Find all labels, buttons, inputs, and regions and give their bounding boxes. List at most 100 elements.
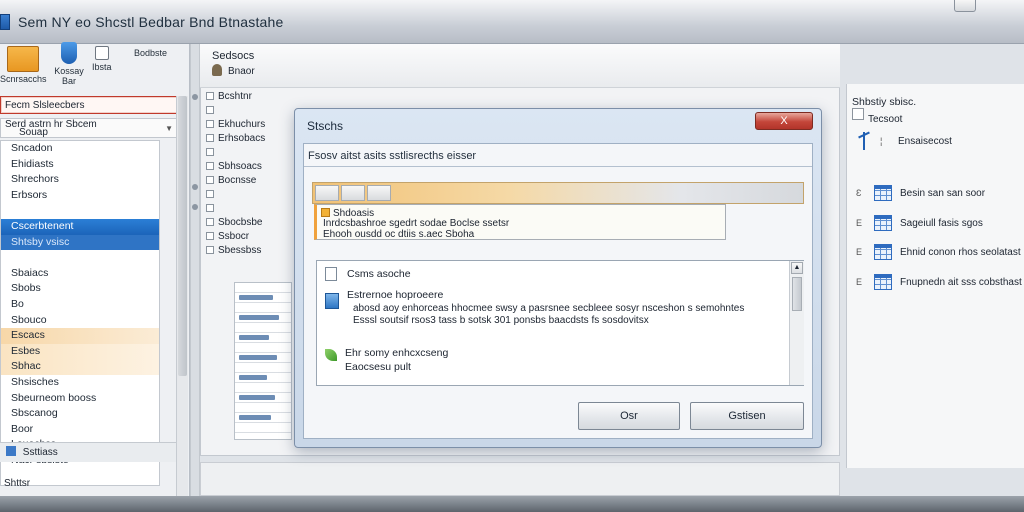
progress-banner <box>312 182 804 204</box>
table-row <box>239 335 269 340</box>
tree-item[interactable] <box>1 203 159 219</box>
divider <box>304 166 812 167</box>
right-item-label: Ensaisecost <box>898 135 952 147</box>
list-item[interactable]: Bcshtnr <box>206 90 298 104</box>
checkbox[interactable] <box>206 190 214 198</box>
list-item[interactable]: Sbessbss <box>206 244 298 258</box>
tree-item[interactable] <box>1 250 159 266</box>
list-item[interactable] <box>206 202 298 216</box>
tree-scrollbar[interactable] <box>176 96 188 496</box>
tree-item-highlighted[interactable]: Escacs <box>1 328 159 344</box>
right-list-item[interactable]: ¦ Ensaisecost <box>856 132 952 150</box>
tree-item-selected[interactable]: Cscerbtenent <box>1 218 159 235</box>
pane-splitter[interactable] <box>190 44 200 496</box>
list-item[interactable]: Sbocbsbe <box>206 216 298 230</box>
table-row <box>239 355 277 360</box>
tree-item[interactable]: Bo <box>1 297 159 313</box>
path-input[interactable]: Fecm Slsleecbers <box>0 96 178 114</box>
ribbon-button-board[interactable]: Bodbste <box>134 46 167 58</box>
info-item-body: abosd aoy enhorceas hhocmee swsy a pasrs… <box>353 303 745 314</box>
checkbox[interactable] <box>206 92 214 100</box>
banner-segment <box>315 185 339 201</box>
edit-icon <box>94 46 109 60</box>
filter-line: Souap <box>19 127 48 138</box>
ribbon-button-view[interactable]: Scnrsacchs <box>0 46 47 84</box>
bullet: ¦ <box>880 136 883 146</box>
list-item[interactable] <box>206 104 298 118</box>
checkbox[interactable] <box>206 218 214 226</box>
tree-item[interactable]: Ehidiasts <box>1 157 159 173</box>
tree-item[interactable]: Sbouco <box>1 313 159 329</box>
list-item[interactable] <box>206 188 298 202</box>
list-item[interactable]: Bocnsse <box>206 174 298 188</box>
tree-item[interactable]: Sbscanog <box>1 406 159 422</box>
scrollbar-thumb[interactable] <box>792 277 802 311</box>
list-item[interactable] <box>206 146 298 160</box>
list-item-label: Bocnsse <box>218 175 257 186</box>
checkbox[interactable] <box>206 120 214 128</box>
checkbox[interactable] <box>206 232 214 240</box>
ribbon-button-edit[interactable]: Ibsta <box>92 46 112 72</box>
right-list-item[interactable]: E Ehnid conon rhos seolatast <box>856 244 1021 260</box>
tree-item[interactable]: Erbsors <box>1 188 159 204</box>
tree-item-highlighted[interactable]: Sbhac <box>1 359 159 375</box>
info-scrollbar[interactable]: ▲ <box>789 261 804 385</box>
ok-button[interactable]: Osr <box>578 402 680 430</box>
table-row <box>239 395 275 400</box>
window-grid-icon <box>7 46 40 72</box>
bullet: E <box>856 218 863 228</box>
checkbox[interactable] <box>206 148 214 156</box>
scroll-up-icon[interactable]: ▲ <box>791 262 803 274</box>
splitter-knob <box>192 94 198 100</box>
right-list-item[interactable]: E Fnupnedn ait sss cobsthast <box>856 274 1022 290</box>
list-item[interactable]: Ekhuchurs <box>206 118 298 132</box>
checkbox[interactable] <box>206 162 214 170</box>
info-item-subtitle: Eaocsesu pult <box>345 361 411 373</box>
tree-item[interactable]: Sbobs <box>1 281 159 297</box>
tree-item[interactable]: Sbeurneom booss <box>1 391 159 407</box>
table-row <box>239 415 271 420</box>
list-item[interactable]: Erhsobacs <box>206 132 298 146</box>
center-header-title: Sedsocs <box>212 50 255 62</box>
tree-item[interactable]: Shrechors <box>1 172 159 188</box>
checkbox[interactable] <box>206 176 214 184</box>
splitter-knob <box>192 204 198 210</box>
checkbox[interactable] <box>206 204 214 212</box>
tree-item[interactable]: Shsisches <box>1 375 159 391</box>
tree-item[interactable]: Sbaiacs <box>1 266 159 282</box>
dialog-body: Fsosv aitst asits sstlisrecths eisser Sh… <box>303 143 813 439</box>
left-status-bar: Ssttiass <box>0 442 176 462</box>
left-status-label: Ssttiass <box>22 447 58 458</box>
list-item-label: Ssbocr <box>218 231 250 242</box>
right-pane-toggle-icon[interactable] <box>852 108 864 120</box>
dialog-caption: Fsosv aitst asits sstlisrecths eisser <box>308 150 477 162</box>
tree-item[interactable]: Sncadon <box>1 141 159 157</box>
right-list-item[interactable]: E Sageiull fasis sgos <box>856 215 983 231</box>
center-header-subtitle: Bnaor <box>228 66 255 77</box>
tree-item-highlighted[interactable]: Esbes <box>1 343 159 360</box>
tree-item[interactable]: Boor <box>1 422 159 438</box>
splitter-knob <box>192 184 198 190</box>
list-item[interactable]: Sbhsoacs <box>206 160 298 174</box>
right-list-item[interactable]: Ɛ Besin san san soor <box>856 185 985 201</box>
info-item-title: Ehr somy enhcxcseng <box>345 347 449 359</box>
list-item-label: Ekhuchurs <box>218 119 266 130</box>
filter-dropdown[interactable]: Serd astrn hr Sbcem Souap ▼ <box>0 118 178 138</box>
cancel-button[interactable]: Gstisen <box>690 402 804 430</box>
banner-segment <box>367 185 391 201</box>
list-item[interactable]: Ssbocr <box>206 230 298 244</box>
checkbox[interactable] <box>206 134 214 142</box>
notice-line: Ehooh ousdd oc dtiis s.aec Sboha <box>323 229 475 240</box>
window-title: Sem NY eo Shcstl Bedbar Bnd Btnastahe <box>18 14 284 30</box>
ribbon-button-label: Scnrsacchs <box>0 74 47 84</box>
scrollbar-thumb[interactable] <box>178 96 187 376</box>
window-control-button[interactable] <box>954 0 976 12</box>
ribbon-button-keyboard[interactable]: Kossay Bar <box>50 42 88 86</box>
window-titlebar: Sem NY eo Shcstl Bedbar Bnd Btnastahe <box>0 0 1024 44</box>
right-item-label: Besin san san soor <box>900 187 986 199</box>
dialog-close-button[interactable]: X <box>755 112 813 130</box>
checkbox[interactable] <box>206 246 214 254</box>
banner-segment <box>341 185 365 201</box>
tree-item-selected-sub[interactable]: Shtsby vsisc <box>1 234 159 251</box>
checkbox[interactable] <box>206 106 214 114</box>
